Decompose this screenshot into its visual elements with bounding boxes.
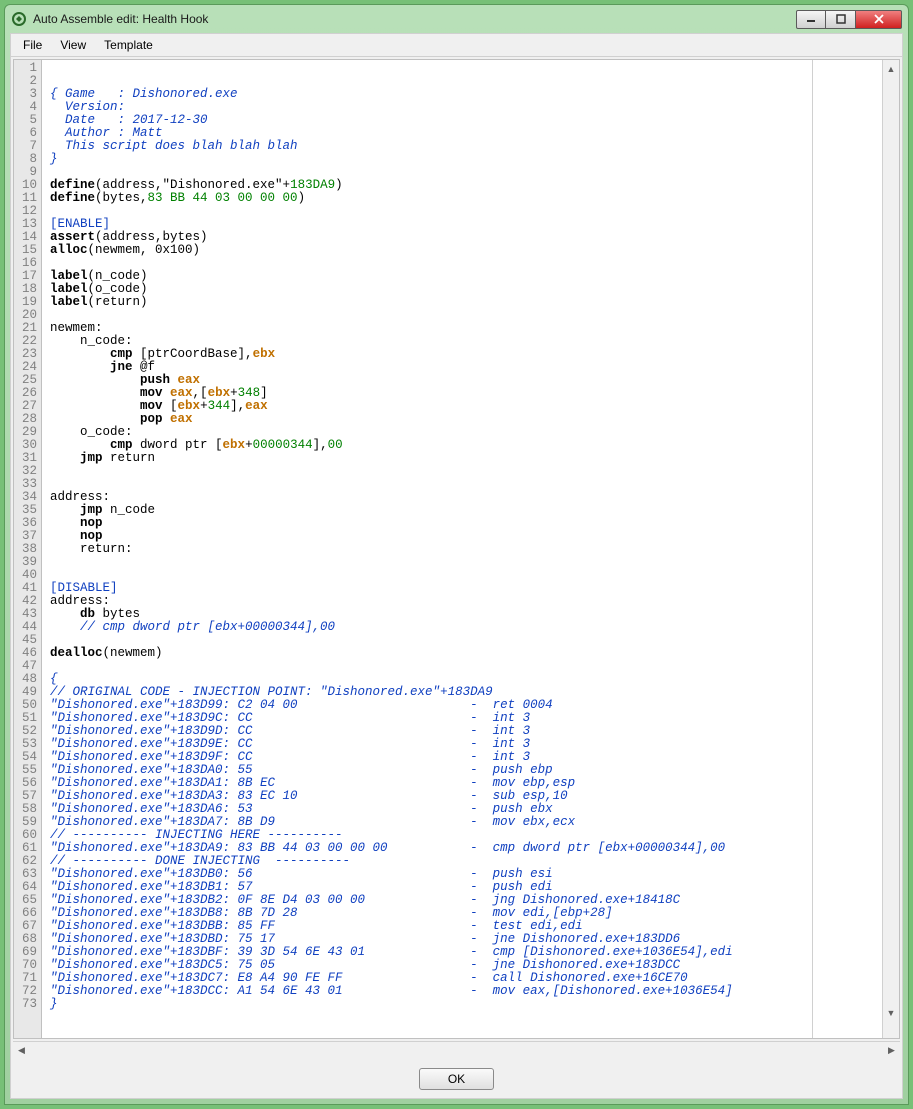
- code-line: alloc(newmem, 0x100): [50, 244, 882, 257]
- app-icon: [11, 11, 27, 27]
- code-line: "Dishonored.exe"+183DCC: A1 54 6E 43 01 …: [50, 985, 882, 998]
- code-line: address:: [50, 491, 882, 504]
- h-scroll-track[interactable]: [30, 1042, 883, 1058]
- button-bar: OK: [11, 1060, 902, 1098]
- close-button[interactable]: [856, 10, 902, 29]
- code-line: { Game : Dishonored.exe: [50, 88, 882, 101]
- client-area: File View Template 123456789101112131415…: [10, 33, 903, 1099]
- maximize-button[interactable]: [826, 10, 856, 29]
- code-line: }: [50, 998, 882, 1011]
- ok-button[interactable]: OK: [419, 1068, 494, 1090]
- right-margin-line: [812, 60, 813, 1038]
- scroll-down-icon[interactable]: ▼: [883, 1004, 899, 1021]
- code-line: cmp [ptrCoordBase],ebx: [50, 348, 882, 361]
- code-line: [50, 465, 882, 478]
- window-controls: [796, 10, 902, 29]
- code-line: [50, 478, 882, 491]
- code-line: jmp n_code: [50, 504, 882, 517]
- minimize-button[interactable]: [796, 10, 826, 29]
- horizontal-scrollbar[interactable]: ◀ ▶: [13, 1041, 900, 1058]
- vertical-scrollbar[interactable]: ▲ ▼: [882, 60, 899, 1038]
- scroll-right-icon[interactable]: ▶: [883, 1042, 900, 1058]
- code-line: [50, 634, 882, 647]
- editor: 1234567891011121314151617181920212223242…: [13, 59, 900, 1039]
- code-line: [50, 205, 882, 218]
- code-line: newmem:: [50, 322, 882, 335]
- code-line: label(n_code): [50, 270, 882, 283]
- code-line: [50, 556, 882, 569]
- code-line: return:: [50, 543, 882, 556]
- window-frame: Auto Assemble edit: Health Hook File Vie…: [4, 4, 909, 1105]
- code-line: define(bytes,83 BB 44 03 00 00 00): [50, 192, 882, 205]
- code-line: label(o_code): [50, 283, 882, 296]
- menubar: File View Template: [11, 34, 902, 57]
- code-line: pop eax: [50, 413, 882, 426]
- code-line: [50, 309, 882, 322]
- code-line: cmp dword ptr [ebx+00000344],00: [50, 439, 882, 452]
- menu-view[interactable]: View: [52, 36, 94, 54]
- code-line: [50, 569, 882, 582]
- line-number: 73: [16, 998, 37, 1011]
- scroll-up-icon[interactable]: ▲: [883, 60, 899, 77]
- code-line: // cmp dword ptr [ebx+00000344],00: [50, 621, 882, 634]
- code-line: dealloc(newmem): [50, 647, 882, 660]
- menu-template[interactable]: Template: [96, 36, 161, 54]
- resize-grip[interactable]: [882, 1021, 899, 1038]
- code-area[interactable]: { Game : Dishonored.exe Version: Date : …: [42, 60, 882, 1038]
- menu-file[interactable]: File: [15, 36, 50, 54]
- code-line: nop: [50, 530, 882, 543]
- code-line: [50, 257, 882, 270]
- window-title: Auto Assemble edit: Health Hook: [33, 12, 796, 26]
- titlebar[interactable]: Auto Assemble edit: Health Hook: [5, 5, 908, 33]
- code-line: [50, 660, 882, 673]
- code-line: [DISABLE]: [50, 582, 882, 595]
- code-line: This script does blah blah blah: [50, 140, 882, 153]
- code-line: address:: [50, 595, 882, 608]
- line-gutter: 1234567891011121314151617181920212223242…: [14, 60, 42, 1038]
- code-line: nop: [50, 517, 882, 530]
- code-line: }: [50, 153, 882, 166]
- code-line: label(return): [50, 296, 882, 309]
- scroll-left-icon[interactable]: ◀: [13, 1042, 30, 1058]
- code-line: jmp return: [50, 452, 882, 465]
- code-line: Date : 2017-12-30: [50, 114, 882, 127]
